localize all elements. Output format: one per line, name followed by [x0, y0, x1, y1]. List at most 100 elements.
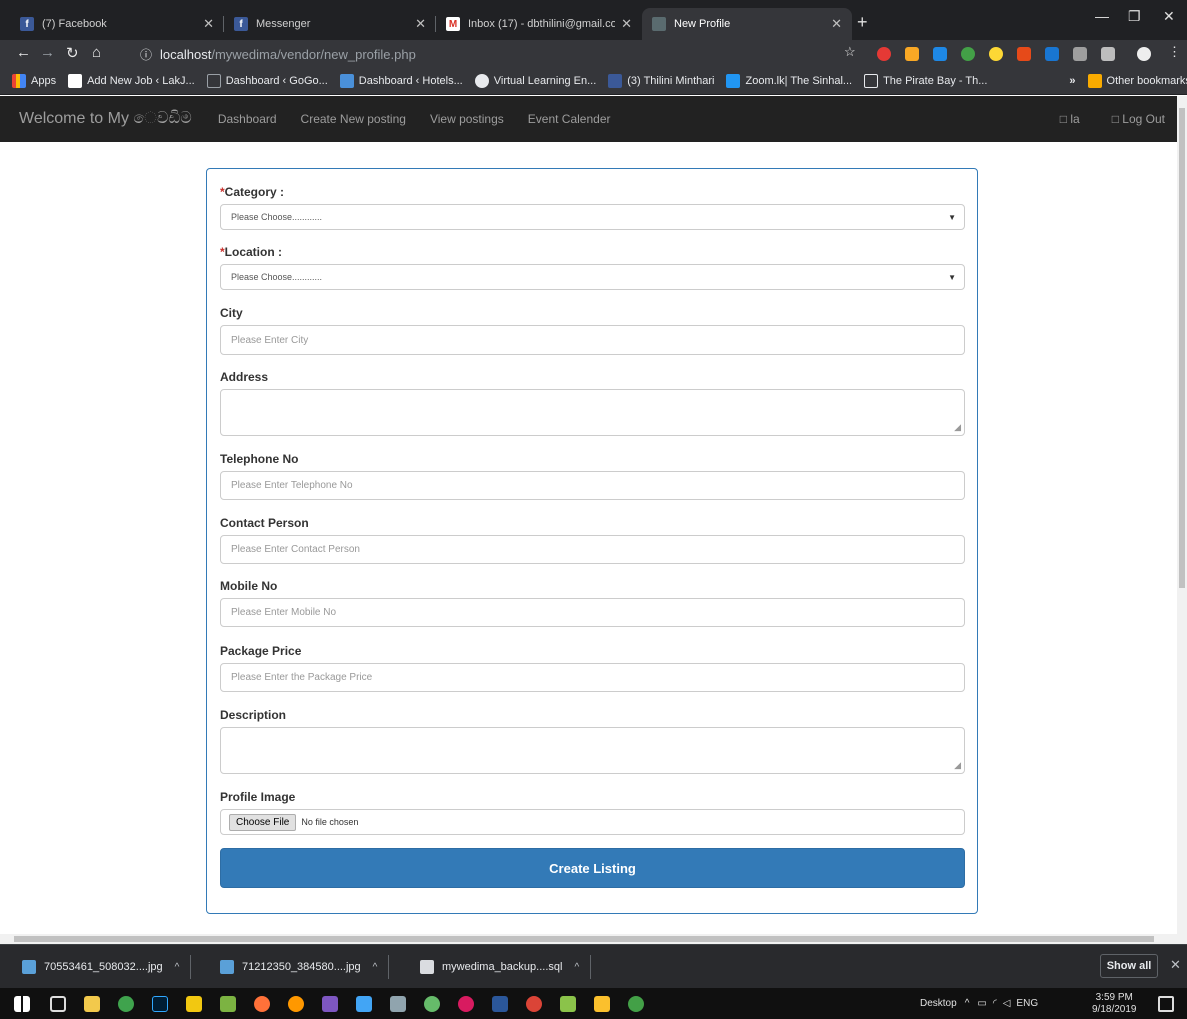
tab-facebook[interactable]: f (7) Facebook ✕: [10, 8, 224, 40]
home-icon[interactable]: ⌂: [92, 44, 101, 61]
resize-grip-icon[interactable]: ◢: [954, 760, 961, 771]
clock[interactable]: 3:59 PM 9/18/2019: [1092, 992, 1137, 1016]
menu-icon[interactable]: ⋮: [1168, 44, 1181, 60]
tab-new-profile[interactable]: New Profile ✕: [642, 8, 852, 40]
app-icon[interactable]: [424, 996, 440, 1012]
extension-icon[interactable]: [1073, 47, 1087, 61]
new-tab-icon[interactable]: +: [857, 12, 868, 33]
extension-icon[interactable]: [961, 47, 975, 61]
chevron-up-icon[interactable]: ^: [574, 962, 579, 973]
address-bar[interactable]: ⓘ localhost/mywedima/vendor/new_profile.…: [140, 42, 864, 66]
app-icon[interactable]: [458, 996, 474, 1012]
nav-logout[interactable]: □ Log Out: [1112, 112, 1165, 126]
file-explorer-icon[interactable]: [84, 996, 100, 1012]
app-icon[interactable]: [356, 996, 372, 1012]
close-shelf-icon[interactable]: ✕: [1170, 957, 1181, 973]
window-close-icon[interactable]: ✕: [1163, 8, 1175, 25]
description-textarea[interactable]: ◢: [220, 727, 965, 774]
nav-event-calender[interactable]: Event Calender: [528, 112, 611, 126]
extension-icon[interactable]: [877, 47, 891, 61]
horizontal-scrollbar[interactable]: [0, 934, 1187, 944]
close-icon[interactable]: ✕: [203, 16, 214, 32]
city-input[interactable]: Please Enter City: [220, 325, 965, 355]
close-icon[interactable]: ✕: [415, 16, 426, 32]
sticky-notes-icon[interactable]: [186, 996, 202, 1012]
download-item[interactable]: 70553461_508032....jpg ^: [22, 955, 192, 979]
app-icon[interactable]: [220, 996, 236, 1012]
bookmark-apps[interactable]: Apps: [12, 74, 56, 88]
app-icon[interactable]: [288, 996, 304, 1012]
app-icon[interactable]: [560, 996, 576, 1012]
site-brand[interactable]: Welcome to My ෙවඩිම: [19, 110, 192, 128]
nav-view-postings[interactable]: View postings: [430, 112, 504, 126]
bookmark-item[interactable]: Add New Job ‹ LakJ...: [68, 74, 195, 88]
tray-chevron-icon[interactable]: ^: [965, 998, 970, 1009]
word-icon[interactable]: [492, 996, 508, 1012]
profile-icon[interactable]: [1137, 47, 1151, 61]
close-icon[interactable]: ✕: [621, 16, 632, 32]
contact-person-input[interactable]: Please Enter Contact Person: [220, 535, 965, 564]
location-select[interactable]: Please Choose............ ▼: [220, 264, 965, 290]
back-icon[interactable]: ←: [16, 44, 31, 61]
app-icon[interactable]: [390, 996, 406, 1012]
show-all-downloads-button[interactable]: Show all: [1100, 954, 1158, 978]
category-select[interactable]: Please Choose............ ▼: [220, 204, 965, 230]
scroll-thumb[interactable]: [14, 936, 1154, 942]
mobile-input[interactable]: Please Enter Mobile No: [220, 598, 965, 627]
language-indicator[interactable]: ENG: [1016, 998, 1038, 1009]
bookmarks-overflow-button[interactable]: »: [1069, 75, 1075, 87]
extension-icon[interactable]: [989, 47, 1003, 61]
nav-dashboard[interactable]: Dashboard: [218, 112, 277, 126]
vertical-scrollbar[interactable]: [1177, 96, 1187, 934]
reload-icon[interactable]: ↻: [66, 44, 79, 62]
photoshop-icon[interactable]: [152, 996, 168, 1012]
app-icon[interactable]: [628, 996, 644, 1012]
volume-icon[interactable]: ◁: [1003, 998, 1011, 1009]
desktop-toolbar[interactable]: Desktop: [920, 998, 957, 1009]
extension-icon[interactable]: [1101, 47, 1115, 61]
task-view-icon[interactable]: [50, 996, 66, 1012]
bookmark-item[interactable]: Dashboard ‹ Hotels...: [339, 74, 463, 88]
bookmark-item[interactable]: (3) Thilini Minthari: [608, 74, 714, 88]
chrome-icon[interactable]: [526, 996, 542, 1012]
bookmark-item[interactable]: Dashboard ‹ GoGo...: [206, 74, 328, 88]
restore-icon[interactable]: ❐: [1128, 8, 1141, 25]
telephone-input[interactable]: Please Enter Telephone No: [220, 471, 965, 500]
app-icon[interactable]: [322, 996, 338, 1012]
extension-icon[interactable]: [1045, 47, 1059, 61]
tab-messenger[interactable]: f Messenger ✕: [224, 8, 436, 40]
extension-icon[interactable]: [933, 47, 947, 61]
nav-user[interactable]: □ la: [1060, 112, 1080, 126]
create-listing-button[interactable]: Create Listing: [220, 848, 965, 888]
windows-start-icon[interactable]: [14, 996, 30, 1012]
extension-icon[interactable]: [905, 47, 919, 61]
package-price-input[interactable]: Please Enter the Package Price: [220, 663, 965, 692]
scroll-thumb[interactable]: [1179, 108, 1185, 588]
download-item[interactable]: 71212350_384580....jpg ^: [220, 955, 390, 979]
app-icon[interactable]: [594, 996, 610, 1012]
resize-grip-icon[interactable]: ◢: [954, 422, 961, 433]
info-icon[interactable]: ⓘ: [140, 46, 152, 63]
bookmark-item[interactable]: Zoom.lk| The Sinhal...: [726, 74, 852, 88]
bookmark-star-icon[interactable]: ☆: [844, 44, 856, 60]
nav-create-posting[interactable]: Create New posting: [301, 112, 406, 126]
bookmark-item[interactable]: Virtual Learning En...: [474, 74, 596, 88]
tab-gmail[interactable]: M Inbox (17) - dbthilini@gmail.com ✕: [436, 8, 642, 40]
wifi-icon[interactable]: ◜: [993, 998, 997, 1009]
chevron-up-icon[interactable]: ^: [175, 962, 180, 973]
extension-icon[interactable]: [1017, 47, 1031, 61]
minimize-icon[interactable]: —: [1095, 8, 1109, 24]
bookmark-item[interactable]: The Pirate Bay - Th...: [864, 74, 987, 88]
utorrent-icon[interactable]: [118, 996, 134, 1012]
firefox-icon[interactable]: [254, 996, 270, 1012]
network-icon[interactable]: ▭: [977, 998, 986, 1009]
close-icon[interactable]: ✕: [831, 16, 842, 32]
chevron-up-icon[interactable]: ^: [373, 962, 378, 973]
download-item[interactable]: mywedima_backup....sql ^: [420, 955, 592, 979]
profile-image-file-input[interactable]: Choose File No file chosen: [220, 809, 965, 835]
notification-center-icon[interactable]: [1158, 996, 1174, 1012]
address-textarea[interactable]: ◢: [220, 389, 965, 436]
forward-icon[interactable]: →: [40, 44, 55, 61]
choose-file-button[interactable]: Choose File: [229, 813, 297, 831]
bookmark-other[interactable]: Other bookmarks: [1087, 74, 1187, 88]
